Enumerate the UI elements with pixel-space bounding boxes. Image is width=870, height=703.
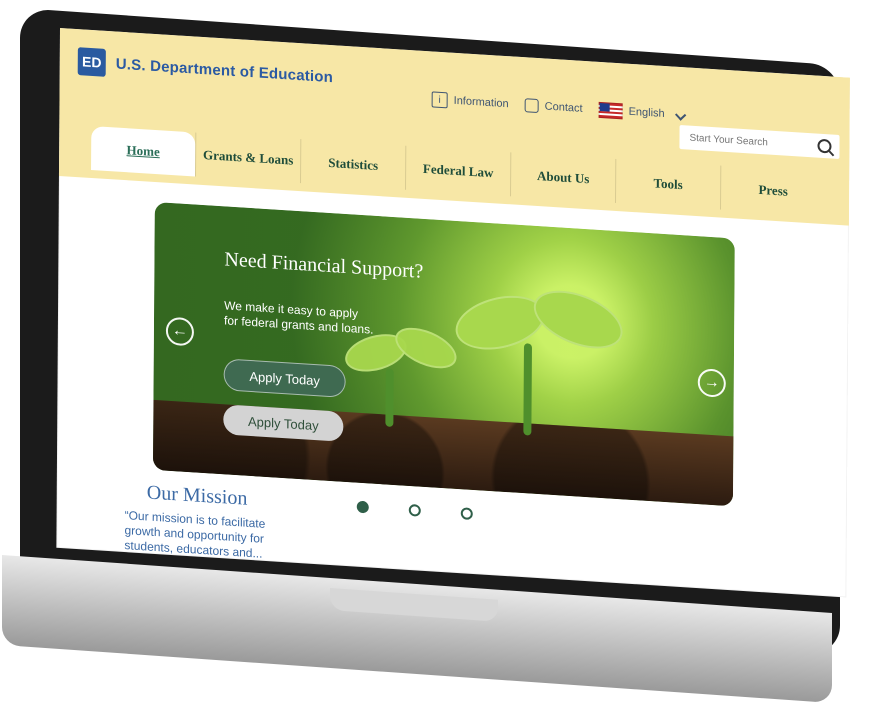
nav-tab-federal-law[interactable]: Federal Law [405, 145, 511, 197]
sprout-stem-2 [523, 343, 532, 436]
nav-tab-about-us[interactable]: About Us [510, 152, 616, 203]
site-title: U.S. Department of Education [115, 55, 334, 86]
carousel-dot-2[interactable] [408, 503, 421, 517]
sprout-leaf-4 [526, 279, 630, 360]
apply-today-button-primary[interactable]: Apply Today [223, 358, 346, 398]
hero-title: Need Financial Support? [224, 248, 424, 283]
carousel-next-icon[interactable]: → [697, 368, 726, 398]
mission-title: Our Mission [146, 481, 248, 510]
sprout-leaf-2 [389, 319, 462, 377]
brand[interactable]: ED U.S. Department of Education [77, 47, 334, 91]
laptop-frame: ED U.S. Department of Education i Inform… [0, 0, 870, 703]
chevron-down-icon [675, 109, 687, 121]
information-label: Information [453, 94, 509, 111]
carousel-indicators [356, 500, 473, 520]
nav-tab-grants-loans[interactable]: Grants & Loans [195, 132, 301, 184]
language-label: English [628, 105, 665, 121]
browser-viewport: ED U.S. Department of Education i Inform… [56, 28, 850, 598]
search-input[interactable] [687, 130, 812, 152]
contact-label: Contact [544, 100, 583, 115]
phone-icon [524, 98, 539, 114]
info-icon: i [431, 91, 448, 109]
search-icon[interactable] [817, 138, 832, 154]
nav-tab-tools[interactable]: Tools [615, 158, 721, 210]
education-logo-icon: ED [77, 47, 106, 77]
hero-carousel: Need Financial Support? We make it easy … [152, 201, 735, 507]
carousel-dot-3[interactable] [460, 507, 473, 520]
contact-link[interactable]: Contact [524, 98, 583, 116]
language-select[interactable]: English [598, 101, 687, 123]
sprout-stem-1 [385, 368, 394, 427]
nav-tab-press[interactable]: Press [720, 165, 826, 217]
utility-links: i Information Contact English [431, 91, 687, 123]
information-link[interactable]: i Information [431, 91, 509, 112]
hero-description: We make it easy to apply for federal gra… [223, 298, 374, 337]
search-bar[interactable] [679, 124, 840, 160]
carousel-dot-1[interactable] [356, 500, 369, 514]
carousel-prev-icon[interactable]: ← [165, 316, 195, 347]
nav-tab-home[interactable]: Home [91, 125, 196, 177]
us-flag-icon [598, 101, 623, 120]
nav-tab-statistics[interactable]: Statistics [300, 139, 406, 190]
